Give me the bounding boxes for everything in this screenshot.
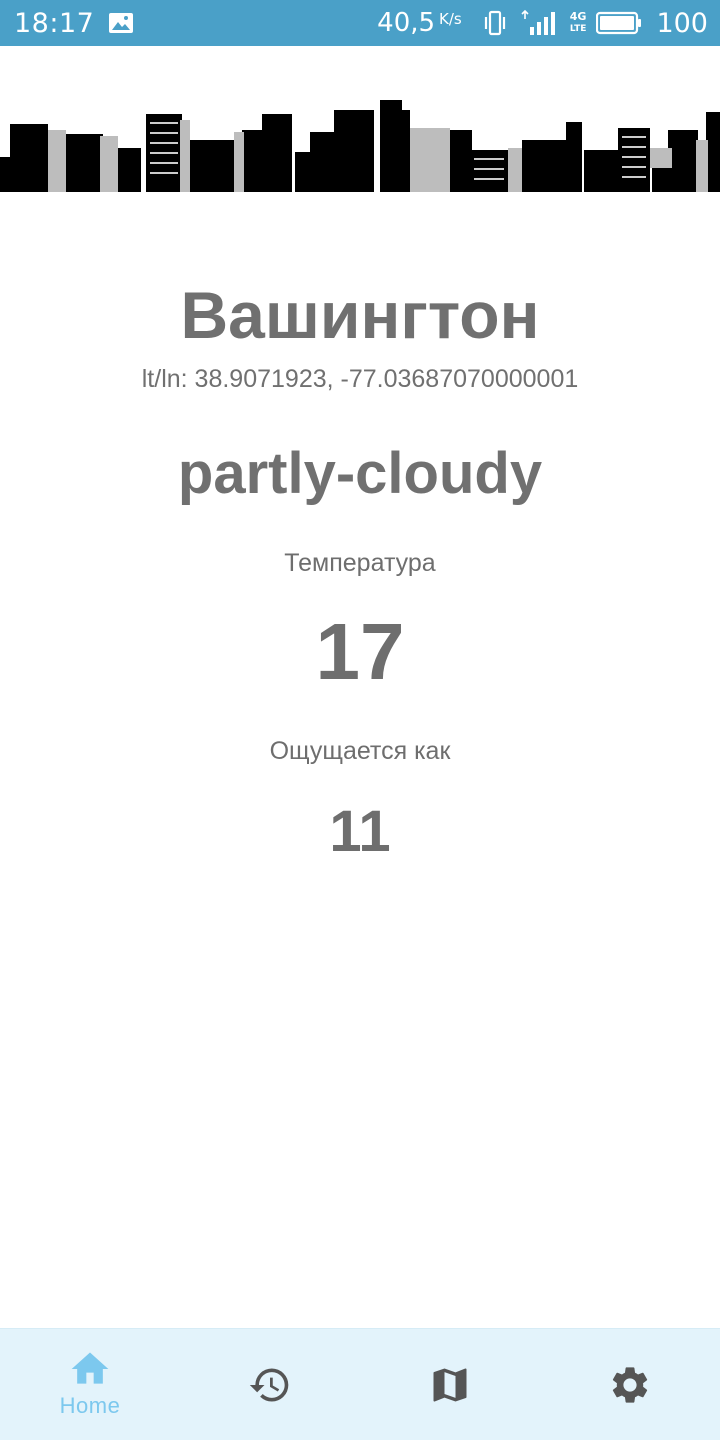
map-icon — [433, 1368, 467, 1402]
battery-icon — [596, 11, 642, 35]
coordinates: lt/ln: 38.9071923, -77.03687070000001 — [141, 365, 579, 393]
status-time: 18:17 — [14, 7, 95, 39]
vibrate-icon — [484, 10, 505, 36]
screen: 18:17 40,5 K/s 4G LTE 100 Вашингтон lt/l… — [0, 0, 720, 1440]
nav-history[interactable] — [180, 1329, 360, 1440]
nav-home[interactable]: Home — [0, 1329, 180, 1440]
battery-level: 100 — [656, 7, 708, 39]
city-skyline-image — [0, 100, 720, 192]
home-icon — [71, 1352, 109, 1384]
history-icon — [249, 1368, 289, 1402]
temperature-value: 17 — [315, 607, 405, 696]
feels-like-value: 11 — [329, 799, 391, 864]
bottom-navigation: Home — [0, 1328, 720, 1440]
status-bar: 18:17 40,5 K/s 4G LTE 100 — [0, 0, 720, 46]
city-name: Вашингтон — [180, 278, 540, 352]
net-speed-unit: K/s — [439, 10, 462, 28]
settings-icon — [612, 1367, 648, 1403]
net-speed: 40,5 — [377, 8, 436, 38]
gallery-icon — [109, 13, 134, 33]
status-bar-left: 18:17 — [14, 8, 134, 39]
weather-panel: Вашингтон lt/ln: 38.9071923, -77.0368707… — [0, 270, 720, 870]
nav-settings[interactable] — [540, 1329, 720, 1440]
status-bar-right: 40,5 K/s 4G LTE 100 — [377, 8, 708, 39]
feels-like-label: Ощущается как — [269, 737, 451, 765]
nav-map[interactable] — [360, 1329, 540, 1440]
network-type-icon: 4G LTE — [569, 10, 587, 34]
temperature-label: Температура — [284, 549, 436, 577]
network-type: 4G — [569, 10, 587, 23]
signal-icon — [521, 9, 555, 35]
nav-home-label: Home — [59, 1393, 121, 1418]
weather-condition: partly-cloudy — [177, 441, 543, 506]
